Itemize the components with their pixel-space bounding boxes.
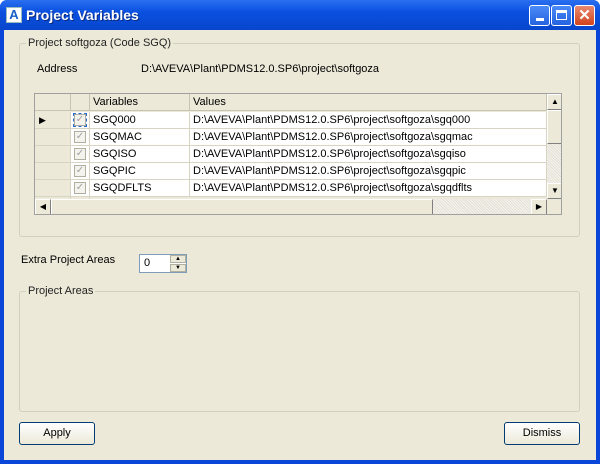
extra-areas-spinner[interactable]: 0 ▲ ▼ [139, 254, 187, 273]
extra-areas-value[interactable]: 0 [144, 257, 150, 269]
apply-button[interactable]: Apply [19, 422, 95, 445]
scroll-left-button[interactable]: ◀ [35, 199, 51, 214]
project-group-label: Project softgoza (Code SGQ) [26, 37, 174, 49]
vertical-scrollbar[interactable]: ▲ ▼ [547, 94, 561, 199]
checkbox[interactable]: ✓ [74, 148, 86, 160]
row-header[interactable] [35, 129, 71, 146]
variable-cell[interactable]: SGQMAC [90, 129, 190, 146]
horizontal-scroll-thumb[interactable] [51, 199, 433, 214]
variables-grid: Variables Values ▶ ✓ SGQ000 D:\AVEVA\Pla… [34, 93, 562, 215]
table-row[interactable]: ✓ SGQPIC D:\AVEVA\Plant\PDMS12.0.SP6\pro… [35, 163, 547, 180]
variable-cell[interactable]: SGQ000 [90, 112, 190, 129]
checkbox[interactable]: ✓ [74, 182, 86, 194]
checkbox[interactable]: ✓ [74, 131, 86, 143]
table-row[interactable]: ✓ SGQDFLTS D:\AVEVA\Plant\PDMS12.0.SP6\p… [35, 180, 547, 197]
values-column-header[interactable]: Values [190, 94, 547, 111]
scroll-down-button[interactable]: ▼ [547, 183, 561, 199]
value-cell[interactable]: D:\AVEVA\Plant\PDMS12.0.SP6\project\soft… [190, 129, 547, 146]
row-header[interactable] [35, 163, 71, 180]
close-button[interactable]: ✕ [574, 5, 595, 26]
window: A Project Variables ✕ Project softgoza (… [0, 0, 600, 464]
checkbox[interactable]: ✓ [74, 165, 86, 177]
extra-areas-label: Extra Project Areas [21, 254, 116, 266]
value-cell[interactable]: D:\AVEVA\Plant\PDMS12.0.SP6\project\soft… [190, 180, 547, 197]
window-title: Project Variables [26, 7, 139, 23]
row-checkbox-cell[interactable]: ✓ [71, 129, 90, 146]
table-row[interactable]: ▶ ✓ SGQ000 D:\AVEVA\Plant\PDMS12.0.SP6\p… [35, 112, 547, 129]
row-checkbox-cell[interactable]: ✓ [71, 146, 90, 163]
variable-cell[interactable]: SGQISO [90, 146, 190, 163]
address-value: D:\AVEVA\Plant\PDMS12.0.SP6\project\soft… [141, 63, 380, 75]
address-label: Address [37, 63, 78, 75]
variable-cell[interactable]: SGQPIC [90, 163, 190, 180]
app-icon: A [6, 7, 22, 23]
row-checkbox-cell[interactable]: ✓ [71, 112, 90, 129]
check-column-header[interactable] [71, 94, 90, 111]
grid-header: Variables Values [35, 94, 547, 111]
value-cell[interactable]: D:\AVEVA\Plant\PDMS12.0.SP6\project\soft… [190, 112, 547, 129]
spin-up-button[interactable]: ▲ [170, 255, 186, 263]
vertical-scroll-thumb[interactable] [547, 110, 561, 144]
value-cell[interactable]: D:\AVEVA\Plant\PDMS12.0.SP6\project\soft… [190, 163, 547, 180]
row-checkbox-cell[interactable]: ✓ [71, 180, 90, 197]
value-cell[interactable]: D:\AVEVA\Plant\PDMS12.0.SP6\project\soft… [190, 146, 547, 163]
scroll-right-button[interactable]: ▶ [531, 199, 547, 214]
dialog-body: Project softgoza (Code SGQ) Address D:\A… [4, 30, 596, 460]
horizontal-scrollbar[interactable]: ◀ ▶ [35, 199, 547, 214]
variables-column-header[interactable]: Variables [90, 94, 190, 111]
table-row[interactable]: ✓ SGQISO D:\AVEVA\Plant\PDMS12.0.SP6\pro… [35, 146, 547, 163]
row-header[interactable]: ▶ [35, 112, 71, 129]
row-header-corner [35, 94, 71, 111]
project-areas-group: Project Areas [19, 285, 580, 412]
row-header[interactable] [35, 180, 71, 197]
title-bar[interactable]: A Project Variables ✕ [0, 0, 600, 30]
table-row[interactable]: ✓ SGQMAC D:\AVEVA\Plant\PDMS12.0.SP6\pro… [35, 129, 547, 146]
spin-down-button[interactable]: ▼ [170, 264, 186, 272]
minimize-button[interactable] [529, 5, 550, 26]
project-areas-label: Project Areas [26, 285, 96, 297]
variable-cell[interactable]: SGQDFLTS [90, 180, 190, 197]
dismiss-button[interactable]: Dismiss [504, 422, 580, 445]
checkbox[interactable]: ✓ [73, 113, 87, 127]
scroll-up-button[interactable]: ▲ [547, 94, 561, 110]
row-header[interactable] [35, 146, 71, 163]
row-checkbox-cell[interactable]: ✓ [71, 163, 90, 180]
maximize-button[interactable] [551, 5, 572, 26]
